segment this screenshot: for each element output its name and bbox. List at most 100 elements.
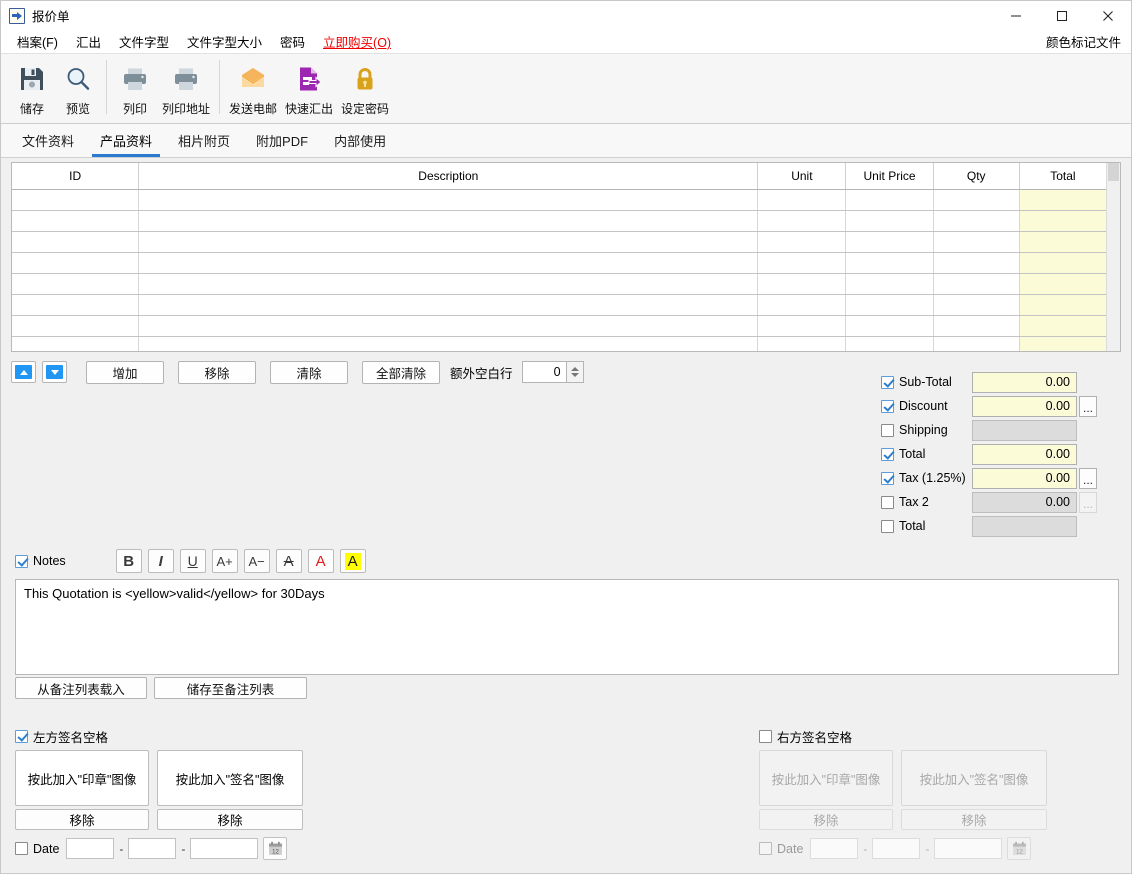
cell-total[interactable]: [1019, 295, 1106, 315]
product-grid-body[interactable]: [12, 190, 1106, 351]
totals-value-4[interactable]: 0.00: [972, 467, 1077, 489]
notes-checkbox[interactable]: [15, 554, 28, 568]
send-email-button[interactable]: 发送电邮: [225, 58, 281, 120]
highlight-yellow-icon[interactable]: A: [339, 549, 366, 573]
left-stamp-image-dropzone[interactable]: 按此加入"印章"图像: [15, 750, 149, 806]
column-header-id[interactable]: ID: [12, 163, 140, 189]
print-address-button[interactable]: 列印地址: [158, 58, 214, 120]
totals-checkbox-3[interactable]: [881, 447, 894, 461]
tab-attach-pdf[interactable]: 附加PDF: [243, 124, 321, 157]
table-row[interactable]: [12, 274, 1106, 295]
color-mark-file-label[interactable]: 颜色标记文件: [1046, 32, 1121, 51]
totals-value-0[interactable]: 0.00: [972, 371, 1077, 393]
cell-total[interactable]: [1019, 337, 1106, 351]
cell-unit_price[interactable]: [846, 316, 934, 336]
cell-unit_price[interactable]: [846, 232, 934, 252]
move-row-down-button[interactable]: [42, 361, 67, 383]
cell-id[interactable]: [12, 232, 140, 252]
cell-unit[interactable]: [758, 337, 847, 351]
set-password-button[interactable]: 设定密码: [337, 58, 393, 120]
cell-unit_price[interactable]: [846, 211, 934, 231]
column-header-total[interactable]: Total: [1020, 163, 1106, 189]
move-row-up-button[interactable]: [11, 361, 36, 383]
cell-total[interactable]: [1019, 211, 1106, 231]
totals-value-3[interactable]: 0.00: [972, 443, 1077, 465]
totals-checkbox-0[interactable]: [881, 375, 894, 389]
cell-qty[interactable]: [934, 190, 1020, 210]
left-date-checkbox[interactable]: [15, 842, 28, 855]
table-row[interactable]: [12, 295, 1106, 316]
menu-password[interactable]: 密码: [271, 30, 314, 53]
cell-unit[interactable]: [758, 316, 847, 336]
cell-total[interactable]: [1019, 190, 1106, 210]
minimize-button[interactable]: [993, 1, 1039, 30]
totals-options-button-1[interactable]: ...: [1079, 395, 1097, 417]
cell-description[interactable]: [139, 295, 759, 315]
font-color-red-icon[interactable]: A: [307, 549, 334, 573]
cell-qty[interactable]: [934, 253, 1020, 273]
cell-qty[interactable]: [934, 295, 1020, 315]
left-remove-stamp-button[interactable]: 移除: [15, 809, 149, 830]
table-row[interactable]: [12, 337, 1106, 351]
cell-description[interactable]: [139, 232, 759, 252]
load-from-notes-list-button[interactable]: 从备注列表载入: [15, 677, 147, 699]
extra-blank-rows-stepper[interactable]: 0: [521, 361, 584, 383]
italic-icon[interactable]: I: [147, 549, 174, 573]
table-row[interactable]: [12, 316, 1106, 337]
totals-options-button-4[interactable]: ...: [1079, 467, 1097, 489]
menu-file[interactable]: 档案(F): [8, 30, 67, 53]
menu-buy-now[interactable]: 立即购买(O): [314, 30, 400, 53]
extra-blank-rows-value[interactable]: 0: [521, 361, 566, 383]
cell-description[interactable]: [139, 274, 759, 294]
left-calendar-icon[interactable]: 12: [263, 837, 288, 860]
cell-unit_price[interactable]: [846, 274, 934, 294]
cell-unit[interactable]: [758, 232, 847, 252]
column-header-qty[interactable]: Qty: [934, 163, 1020, 189]
bold-icon[interactable]: B: [115, 549, 142, 573]
left-date-month-field[interactable]: [128, 838, 177, 859]
cell-total[interactable]: [1019, 253, 1106, 273]
remove-row-button[interactable]: 移除: [178, 360, 256, 384]
cell-total[interactable]: [1019, 274, 1106, 294]
cell-unit_price[interactable]: [846, 190, 934, 210]
cell-qty[interactable]: [934, 316, 1020, 336]
font-decrease-icon[interactable]: A−: [243, 549, 270, 573]
cell-description[interactable]: [139, 211, 759, 231]
totals-checkbox-6[interactable]: [881, 519, 894, 533]
column-header-description[interactable]: Description: [139, 163, 759, 189]
signature-left-checkbox[interactable]: [15, 729, 28, 743]
table-row[interactable]: [12, 253, 1106, 274]
totals-checkbox-5[interactable]: [881, 495, 894, 509]
strikethrough-icon[interactable]: A: [275, 549, 302, 573]
menu-font[interactable]: 文件字型: [110, 30, 178, 53]
underline-icon[interactable]: U: [179, 549, 206, 573]
notes-textarea[interactable]: This Quotation is <yellow>valid</yellow>…: [15, 579, 1119, 675]
cell-qty[interactable]: [934, 232, 1020, 252]
totals-checkbox-2[interactable]: [881, 423, 894, 437]
totals-checkbox-1[interactable]: [881, 399, 894, 413]
table-row[interactable]: [12, 190, 1106, 211]
cell-id[interactable]: [12, 316, 140, 336]
font-increase-icon[interactable]: A+: [211, 549, 238, 573]
menu-font-size[interactable]: 文件字型大小: [178, 30, 271, 53]
cell-id[interactable]: [12, 274, 140, 294]
grid-vertical-scrollbar[interactable]: [1106, 163, 1120, 351]
cell-unit[interactable]: [758, 253, 847, 273]
cell-total[interactable]: [1019, 232, 1106, 252]
stepper-arrows-icon[interactable]: [565, 361, 584, 383]
close-button[interactable]: [1085, 1, 1131, 30]
tab-internal-use[interactable]: 内部使用: [321, 124, 399, 157]
tab-product-data[interactable]: 产品资料: [87, 124, 165, 157]
table-row[interactable]: [12, 232, 1106, 253]
tab-photo-pages[interactable]: 相片附页: [165, 124, 243, 157]
cell-qty[interactable]: [934, 337, 1020, 351]
add-row-button[interactable]: 增加: [86, 360, 164, 384]
cell-unit[interactable]: [758, 274, 847, 294]
menu-export[interactable]: 汇出: [67, 30, 110, 53]
left-date-day-field[interactable]: [190, 838, 259, 859]
totals-value-1[interactable]: 0.00: [972, 395, 1077, 417]
signature-right-checkbox[interactable]: [759, 729, 772, 743]
left-signature-image-dropzone[interactable]: 按此加入"签名"图像: [157, 750, 303, 806]
cell-total[interactable]: [1019, 316, 1106, 336]
cell-unit_price[interactable]: [846, 295, 934, 315]
